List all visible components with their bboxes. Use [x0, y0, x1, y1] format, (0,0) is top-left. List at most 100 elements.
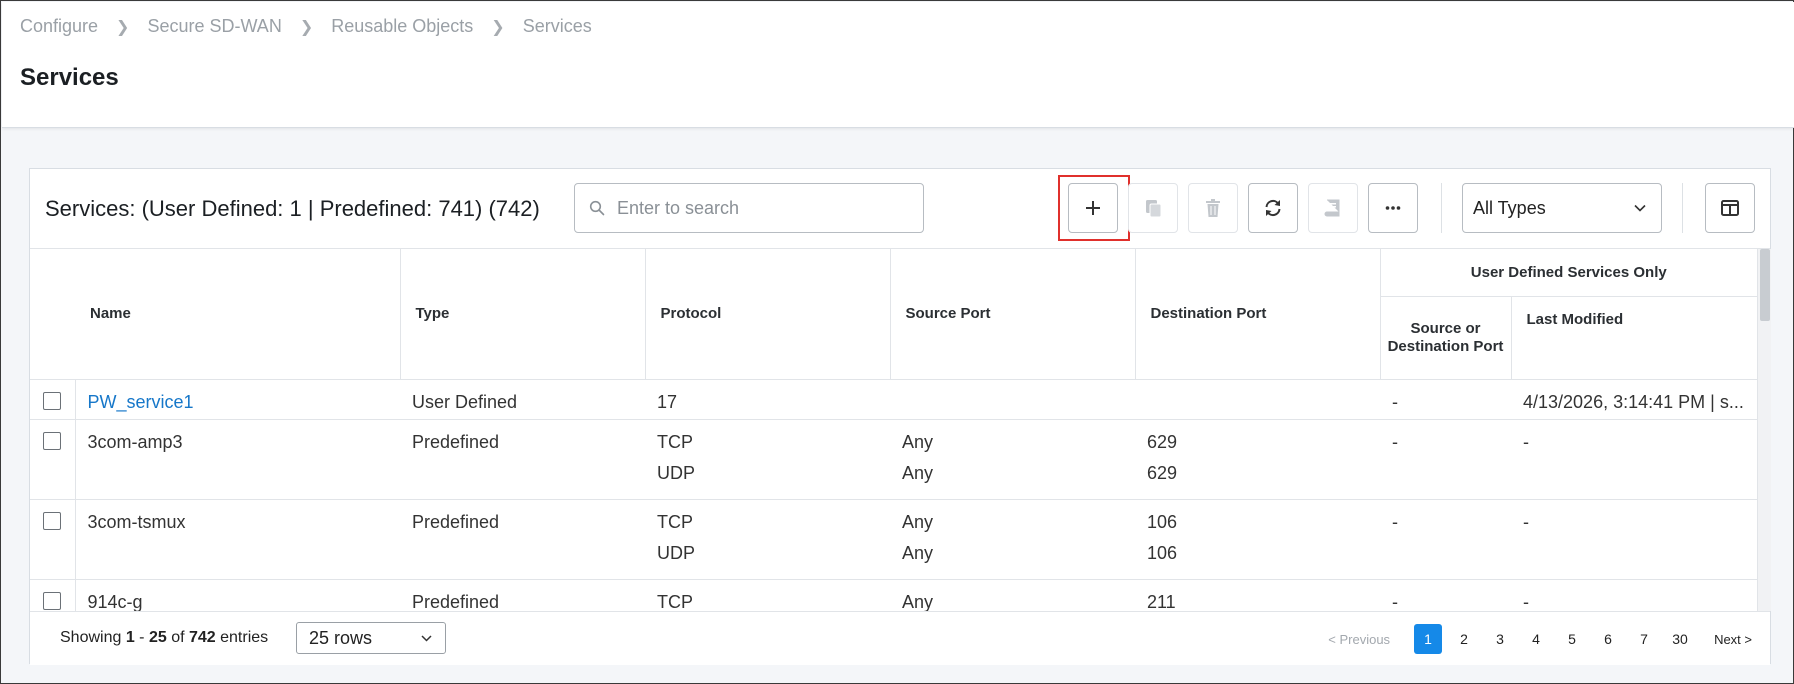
add-button[interactable]	[1068, 183, 1118, 233]
breadcrumb-item-configure[interactable]: Configure	[20, 16, 98, 37]
service-source-port: Any	[902, 543, 934, 563]
service-name[interactable]: 3com-amp3	[75, 418, 400, 459]
next-page-button[interactable]: Next >	[1714, 632, 1752, 647]
row-checkbox[interactable]	[43, 591, 62, 610]
services-table: Name Type Protocol Source Port Destinati…	[30, 249, 1757, 611]
scrollbar-thumb[interactable]	[1760, 249, 1770, 321]
showing-prefix: Showing	[60, 629, 126, 646]
table-scrollbar[interactable]	[1757, 249, 1771, 611]
chevron-right-icon: ❯	[299, 18, 314, 36]
table-subrow: UDP Any 629	[30, 459, 1757, 499]
entries-suffix: entries	[215, 629, 269, 646]
page-button-3[interactable]: 3	[1486, 624, 1514, 654]
row-checkbox-cell	[30, 539, 76, 579]
service-name[interactable]: 914c-g	[75, 578, 400, 611]
row-checkbox-cell	[30, 418, 76, 459]
service-sod-port: -	[1392, 391, 1398, 412]
service-protocol: 17	[657, 391, 678, 412]
column-header-last-modified[interactable]: Last Modified	[1511, 296, 1757, 380]
copy-icon	[1146, 200, 1162, 218]
chevron-right-icon: ❯	[116, 18, 130, 36]
more-icon	[1385, 206, 1401, 210]
row-checkbox-cell	[30, 498, 76, 539]
page-button-2[interactable]: 2	[1450, 624, 1478, 654]
service-protocol: TCP	[645, 498, 890, 539]
service-type: Predefined	[400, 578, 645, 611]
search-input[interactable]	[617, 197, 897, 219]
clone-button[interactable]	[1128, 183, 1178, 233]
row-checkbox[interactable]	[43, 511, 62, 530]
row-checkbox[interactable]	[43, 431, 62, 450]
service-source-port: Any	[890, 418, 1135, 459]
table-subrow: UDP Any 106	[30, 539, 1757, 579]
empty-cell	[400, 539, 645, 579]
column-header-protocol[interactable]: Protocol	[645, 249, 891, 380]
service-sod-port: -	[1380, 418, 1511, 459]
previous-page-button[interactable]: < Previous	[1328, 632, 1390, 647]
search-box[interactable]	[574, 183, 924, 233]
breadcrumb-item-services: Services	[522, 16, 592, 36]
column-header-source-or-destination-port[interactable]: Source or Destination Port	[1380, 296, 1512, 380]
rows-per-page-select[interactable]: 25 rows	[296, 622, 446, 654]
service-type: Predefined	[400, 498, 645, 539]
service-last-modified: -	[1511, 418, 1757, 459]
service-source-port: Any	[890, 578, 1135, 611]
service-type: User Defined	[412, 391, 518, 412]
type-filter-select[interactable]: All Types	[1462, 183, 1662, 233]
service-name[interactable]: 3com-tsmux	[75, 498, 400, 539]
table-row[interactable]: 3com-amp3 Predefined TCP Any 629 - -	[30, 418, 1757, 459]
service-destination-port	[1135, 379, 1380, 419]
empty-cell	[400, 459, 645, 499]
column-header-source-port[interactable]: Source Port	[890, 249, 1136, 380]
breadcrumb-item-reusable-objects[interactable]: Reusable Objects	[331, 16, 473, 37]
table-row[interactable]: PW_service1 User Defined 17 - 4/13/2026,…	[30, 379, 1757, 419]
delete-button[interactable]	[1188, 183, 1238, 233]
service-destination-port: 106	[1135, 498, 1380, 539]
page-button-5[interactable]: 5	[1558, 624, 1586, 654]
row-checkbox-cell	[30, 578, 76, 611]
column-header-name[interactable]: Name	[75, 249, 401, 380]
row-checkbox-cell	[30, 459, 76, 499]
column-header-type[interactable]: Type	[400, 249, 646, 380]
pagination: < Previous 1 2 3 4 5 6 7 30 Next >	[1328, 624, 1752, 654]
service-protocol: TCP	[645, 578, 890, 611]
row-checkbox[interactable]	[43, 391, 62, 410]
page-button-7[interactable]: 7	[1630, 624, 1658, 654]
entries-summary: Showing 1 - 25 of 742 entries	[60, 629, 268, 647]
page-button-6[interactable]: 6	[1594, 624, 1622, 654]
table-row[interactable]: 3com-tsmux Predefined TCP Any 106 - -	[30, 498, 1757, 539]
column-settings-button[interactable]	[1705, 183, 1755, 233]
service-source-port	[890, 379, 1135, 419]
page-button-1[interactable]: 1	[1414, 624, 1443, 654]
rows-per-page-value: 25 rows	[309, 627, 373, 648]
panel-title: Services: (User Defined: 1 | Predefined:…	[45, 196, 540, 221]
of-label: of	[166, 629, 189, 646]
service-name-link[interactable]: PW_service1	[88, 392, 194, 412]
trash-icon	[1206, 199, 1220, 217]
page-button-30[interactable]: 30	[1666, 624, 1694, 654]
service-protocol: TCP	[645, 418, 890, 459]
service-sod-port: -	[1380, 578, 1511, 611]
column-header-destination-port[interactable]: Destination Port	[1135, 249, 1381, 380]
services-panel: Services: (User Defined: 1 | Predefined:…	[29, 168, 1771, 665]
breadcrumb-item-secure-sdwan[interactable]: Secure SD-WAN	[147, 16, 281, 37]
breadcrumb: Configure ❯ Secure SD-WAN ❯ Reusable Obj…	[20, 16, 592, 37]
toolbar: Services: (User Defined: 1 | Predefined:…	[30, 169, 1770, 249]
toolbar-divider	[1441, 183, 1442, 233]
empty-cell	[1511, 539, 1757, 579]
more-button[interactable]	[1368, 183, 1418, 233]
plus-icon	[1086, 201, 1100, 215]
empty-cell	[1380, 539, 1511, 579]
service-destination-port: 629	[1147, 463, 1178, 483]
empty-cell	[75, 459, 400, 499]
toolbar-divider	[1682, 183, 1683, 233]
table-footer: Showing 1 - 25 of 742 entries 25 rows < …	[30, 611, 1770, 665]
empty-cell	[1380, 459, 1511, 499]
service-destination-port: 211	[1135, 578, 1380, 611]
empty-cell	[1511, 459, 1757, 499]
page-button-4[interactable]: 4	[1522, 624, 1550, 654]
service-last-modified: -	[1511, 578, 1757, 611]
refresh-button[interactable]	[1248, 183, 1298, 233]
table-row[interactable]: 914c-g Predefined TCP Any 211 - -	[30, 578, 1757, 611]
reference-button[interactable]	[1308, 183, 1358, 233]
